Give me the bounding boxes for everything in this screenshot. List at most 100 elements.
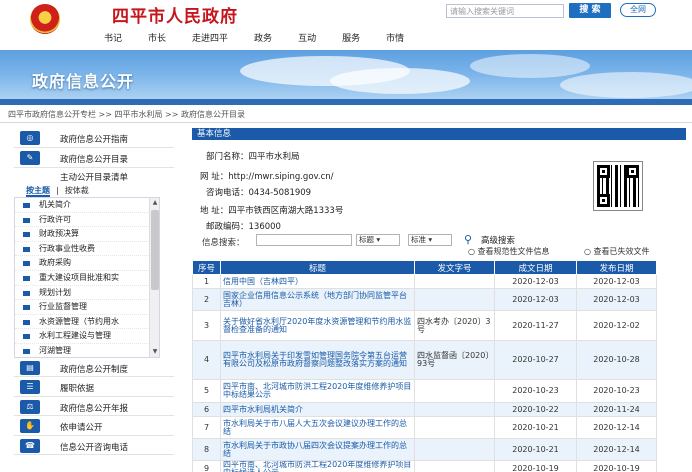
bullet-icon [23,261,30,267]
list-item[interactable]: 河湖管理 [15,344,159,357]
row-published-date: 2020-12-14 [576,438,657,461]
row-number: 2 [192,288,221,311]
tab-by-topic[interactable]: 按主题 [26,185,50,197]
search-icon[interactable]: ⚲ [464,233,472,246]
table-row[interactable]: 6 四平市水利局机关简介 2020-10-22 2020-11-24 [192,402,657,417]
table-row[interactable]: 8 市水利局关于市政协八届四次会议提案办理工作的总结 2020-10-21 2020-… [192,438,657,461]
scroll-up-icon[interactable]: ▲ [151,199,159,207]
table-row[interactable]: 1 信用中国（吉林四平） 2020-12-03 2020-12-03 [192,274,657,289]
list-item[interactable]: 规划计划 [15,286,159,301]
row-title-link[interactable]: 国家企业信用信息公示系统（地方部门协同监管平台吉林） [220,288,415,311]
main-nav: 书记 市长 走进四平 政务 互动 服务 市情 [104,31,430,45]
row-doc-number [414,416,495,439]
site-search-input[interactable]: 请输入搜索关键词 [446,4,564,18]
advanced-search-link[interactable]: 高级搜索 [481,234,515,246]
tab-by-genre[interactable]: 按体裁 [65,185,89,197]
normative-docs-checkbox[interactable]: ○ 查看规范性文件信息 [468,246,550,257]
site-search-button[interactable]: 搜 索 [569,3,611,18]
nav-item-services[interactable]: 服务 [342,31,360,45]
sidebar-item-duty-basis[interactable]: ☰ 履职依据 [14,377,174,397]
list-item[interactable]: 重大建设项目批准和实 [15,271,159,286]
row-doc-number: 四水考办〔2020〕3号 [414,310,495,341]
table-row[interactable]: 3 关于做好省水利厅2020年度水资源管理和节约用水监督检查准备的通知 四水考办〔2… [192,310,657,341]
catalog-list: 机关简介 行政许可 财政预决算 行政事业性收费 政府采购 重大建设项目批准和实 … [14,197,160,358]
sidebar-item-consult-phone[interactable]: ☎ 信息公开咨询电话 [14,436,174,455]
table-row[interactable]: 4 四平市水利局关于印发雪如管理国务院令第五台运营有限公司及松原市政府督察问题整改… [192,340,657,380]
row-written-date: 2020-12-03 [494,288,577,311]
scroll-down-icon[interactable]: ▼ [151,348,159,356]
row-written-date: 2020-10-23 [494,379,577,403]
column-header: 发布日期 [576,260,657,275]
breadcrumb[interactable]: 四平市政府信息公开专栏 >> 四平市水利局 >> 政府信息公开目录 [8,109,245,120]
row-title-link[interactable]: 信用中国（吉林四平） [220,274,415,289]
list-item[interactable]: 行政事业性收费 [15,242,159,257]
global-search-button[interactable]: 全网 [620,3,656,17]
list-item-label: 政府采购 [39,258,71,268]
table-row[interactable]: 7 市水利局关于市八届人大五次会议建议办理工作的总结 2020-10-21 2020-… [192,416,657,439]
bullet-icon [23,275,30,281]
qr-corner [626,165,639,178]
info-search-input[interactable] [256,234,352,246]
sidebar-item-request-disclosure[interactable]: ✋ 依申请公开 [14,416,174,436]
list-item[interactable]: 行业监督管理 [15,300,159,315]
nav-item-government-affairs[interactable]: 政务 [254,31,272,45]
sidebar-item-disclosure-system[interactable]: ▤ 政府信息公开制度 [14,358,174,378]
site-header: 四平市人民政府 请输入搜索关键词 搜 索 全网 书记 市长 走进四平 政务 互动… [0,0,692,50]
website-link[interactable]: http://mwr.siping.gov.cn/ [228,172,333,182]
list-item[interactable]: 政府采购 [15,256,159,271]
row-title-link[interactable]: 市水利局关于市政协八届四次会议提案办理工作的总结 [220,438,415,461]
scroll-thumb[interactable] [151,210,159,290]
table-row[interactable]: 2 国家企业信用信息公示系统（地方部门协同监管平台吉林） 2020-12-03 202… [192,288,657,311]
row-title-link[interactable]: 市水利局关于市八届人大五次会议建议办理工作的总结 [220,416,415,439]
row-title-link[interactable]: 四平市水利局关于印发雪如管理国务院令第五台运营有限公司及松原市政府督察问题整改落… [220,340,415,380]
nav-item-secretary[interactable]: 书记 [104,31,122,45]
row-published-date: 2020-10-19 [576,460,657,472]
row-doc-number [414,274,495,289]
bullet-icon [23,334,30,340]
row-title-link[interactable]: 四平市南、北河城市防洪工程2020年度维修养护项目中标结果公示 [220,379,415,403]
sidebar-item-disclosure-catalog[interactable]: ✎ 政府信息公开目录 [14,148,174,168]
list-item[interactable]: 机关简介 [15,198,159,213]
catalog-title: 主动公开目录清单 [59,173,128,183]
hand-icon: ✋ [20,419,40,434]
catalog-scrollbar[interactable]: ▲ ▼ [149,198,159,357]
row-number: 8 [192,438,221,461]
nav-item-mayor[interactable]: 市长 [148,31,166,45]
address-value: 四平市铁西区南湖大路1333号 [228,206,344,216]
expired-docs-checkbox[interactable]: ○ 查看已失效文件 [584,246,650,257]
list-item[interactable]: 水利工程建设与管理 [15,329,159,344]
folder-icon: ▤ [20,361,40,375]
postcode-label: 邮政编码： [206,222,249,232]
row-title-link[interactable]: 四平市南、北河城市防洪工程2020年度维修养护项目中标候选人公示 [220,460,415,472]
sidebar-item-disclosure-guide[interactable]: ◎ 政府信息公开指南 [14,128,174,148]
sidebar-item-label: 政府信息公开指南 [60,135,129,145]
match-select[interactable]: 标准 ▾ [408,234,452,246]
nav-item-city-info[interactable]: 市情 [386,31,404,45]
row-published-date: 2020-12-03 [576,288,657,311]
row-written-date: 2020-11-27 [494,310,577,341]
nav-item-interaction[interactable]: 互动 [298,31,316,45]
postcode-value: 136000 [248,222,281,232]
nav-item-about-siping[interactable]: 走进四平 [192,31,228,45]
list-item[interactable]: 水资源管理（节约用水 [15,315,159,330]
sidebar-item-label: 政府信息公开制度 [60,365,129,375]
row-published-date: 2020-10-28 [576,340,657,380]
info-search-label: 信息搜索： [202,238,245,248]
table-row[interactable]: 5 四平市南、北河城市防洪工程2020年度维修养护项目中标结果公示 2020-10-… [192,379,657,403]
list-item[interactable]: 行政许可 [15,213,159,228]
row-title-link[interactable]: 四平市水利局机关简介 [220,402,415,417]
field-select[interactable]: 标题 ▾ [356,234,400,246]
bullet-icon [23,290,30,296]
row-title-link[interactable]: 关于做好省水利厅2020年度水资源管理和节约用水监督检查准备的通知 [220,310,415,341]
sidebar-item-label: 履职依据 [60,384,95,395]
list-item[interactable]: 财政预决算 [15,227,159,242]
cloud-decoration [560,72,692,98]
sidebar-item-annual-report[interactable]: ⚖ 政府信息公开年报 [14,397,174,417]
table-row[interactable]: 9四平市南、北河城市防洪工程2020年度维修养护项目中标候选人公示 2020-10… [192,460,657,472]
document-icon: ☰ [20,380,40,395]
site-title: 四平市人民政府 [112,7,238,27]
tab-separator: | [56,186,59,195]
row-number: 5 [192,379,221,403]
column-header: 发文字号 [414,260,495,275]
cloud-decoration [470,54,590,78]
